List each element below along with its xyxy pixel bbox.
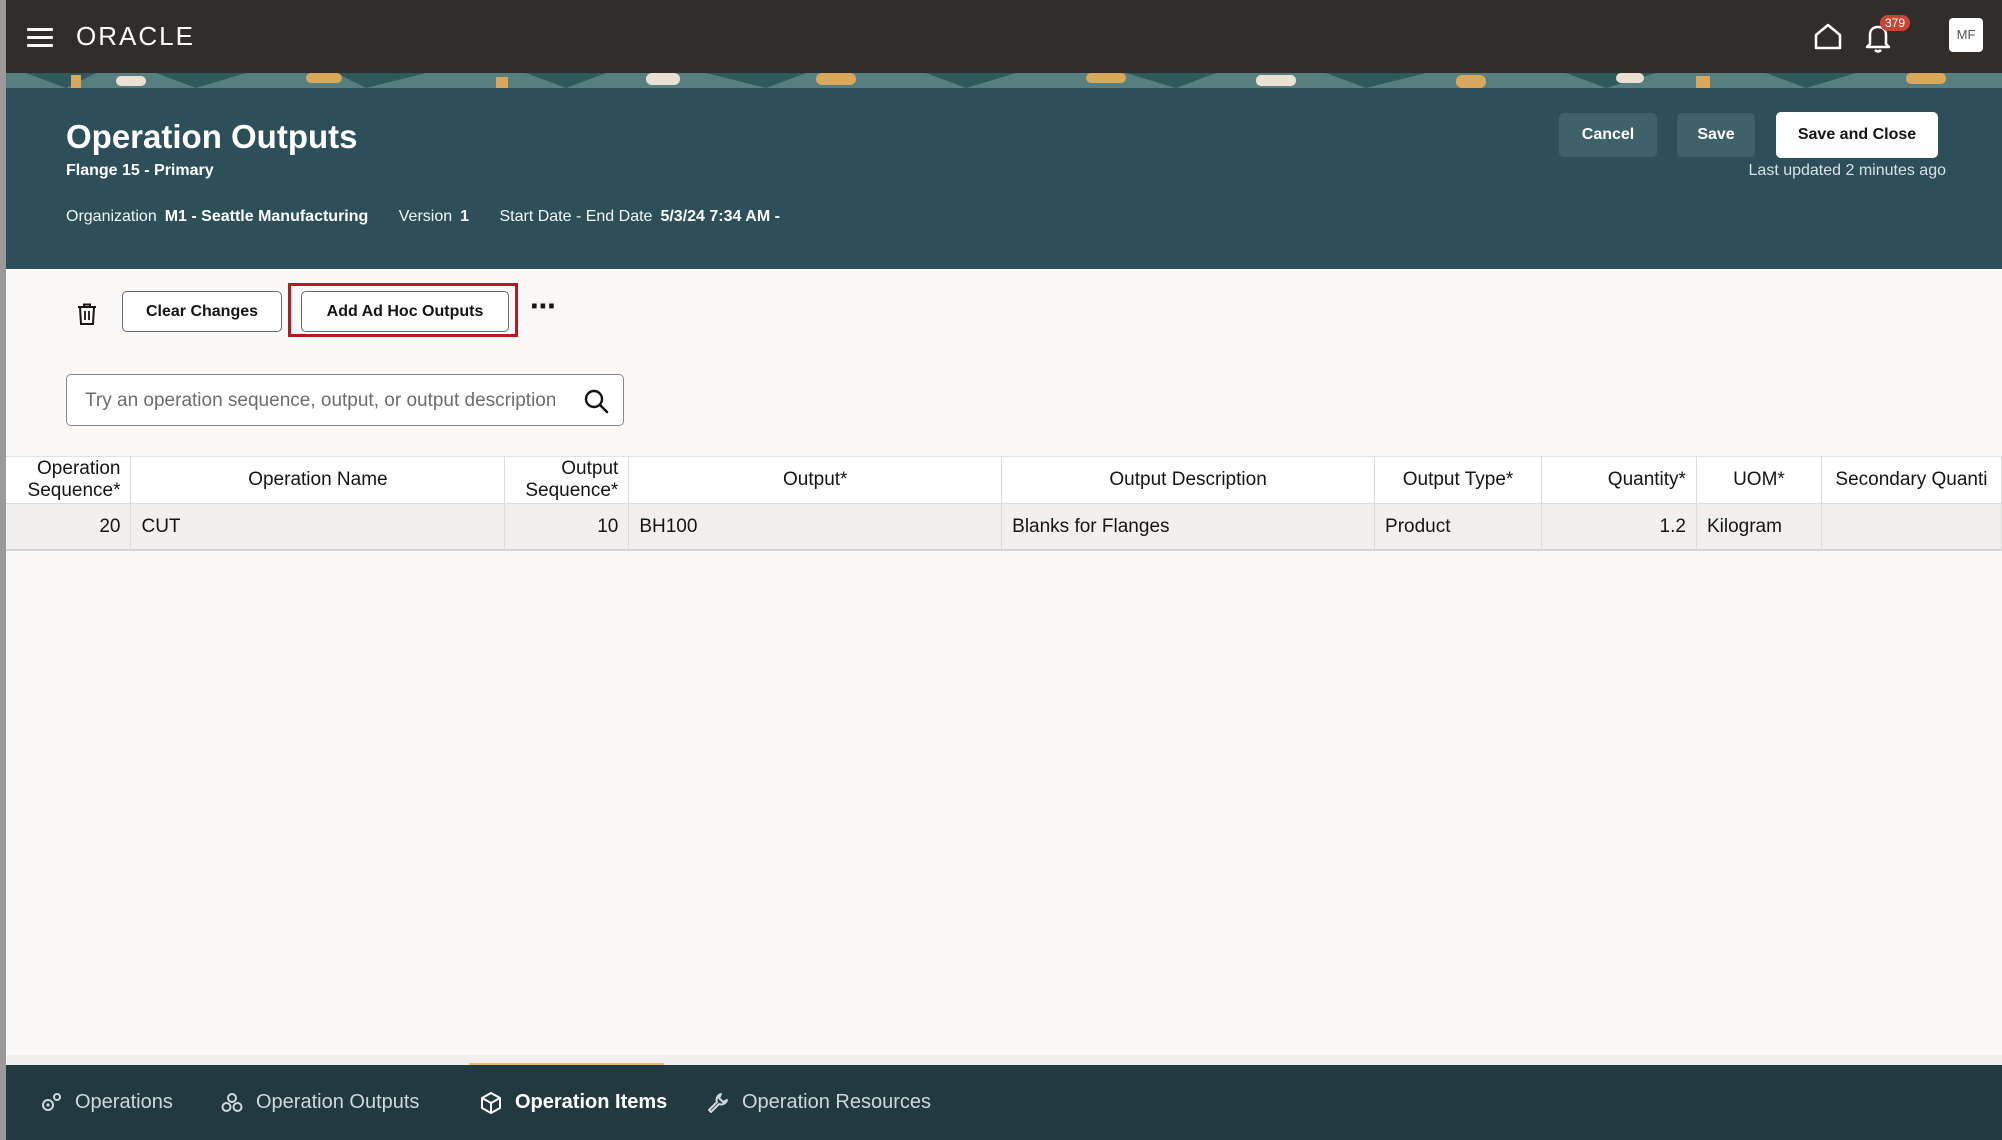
search-icon[interactable]: [583, 388, 609, 414]
header-pattern: [6, 73, 2002, 88]
last-updated-text: Last updated 2 minutes ago: [1748, 162, 1946, 179]
search-input[interactable]: [83, 387, 557, 415]
page-title: Operation Outputs: [66, 118, 358, 155]
save-and-close-button[interactable]: Save and Close: [1776, 112, 1938, 158]
home-icon[interactable]: [1812, 20, 1844, 52]
cell-output[interactable]: BH100: [628, 503, 1003, 551]
global-header: ORACLE 379 MF: [6, 0, 2002, 73]
table-header-row: Operation Sequence* Operation Name Outpu…: [6, 456, 2002, 504]
column-header-quantity[interactable]: Quantity*: [1541, 456, 1697, 504]
tab-operation-resources-label: Operation Resources: [742, 1091, 931, 1113]
cell-output-description[interactable]: Blanks for Flanges: [1001, 503, 1376, 551]
cell-secondary-quantity[interactable]: [1821, 503, 2002, 551]
version-value: 1: [460, 208, 470, 225]
column-header-output-description[interactable]: Output Description: [1001, 456, 1376, 504]
organization-value: M1 - Seattle Manufacturing: [164, 208, 369, 225]
tab-operation-outputs[interactable]: Operation Outputs: [220, 1065, 419, 1140]
delete-icon[interactable]: [75, 302, 99, 326]
header-metadata: Organization M1 - Seattle Manufacturing V…: [66, 208, 806, 226]
boxes-icon: [221, 1092, 243, 1112]
cell-operation-sequence[interactable]: 20: [6, 503, 132, 551]
notification-badge: 379: [1880, 15, 1911, 31]
wrench-icon: [708, 1092, 728, 1113]
dates-label: Start Date - End Date: [499, 208, 653, 225]
gears-icon: [42, 1092, 61, 1111]
page-header: Operation Outputs Flange 15 - Primary Or…: [6, 88, 2002, 269]
outputs-table: Operation Sequence* Operation Name Outpu…: [6, 456, 2002, 551]
add-ad-hoc-outputs-button[interactable]: Add Ad Hoc Outputs: [301, 291, 509, 332]
cell-uom[interactable]: Kilogram: [1696, 503, 1822, 551]
column-header-output-type[interactable]: Output Type*: [1374, 456, 1542, 504]
column-header-output-sequence[interactable]: Output Sequence*: [504, 456, 630, 504]
column-header-uom[interactable]: UOM*: [1696, 456, 1822, 504]
save-button[interactable]: Save: [1677, 113, 1755, 157]
tab-operation-items-label: Operation Items: [515, 1091, 668, 1113]
dates-value: 5/3/24 7:34 AM -: [660, 208, 780, 225]
clear-changes-button[interactable]: Clear Changes: [122, 291, 282, 332]
bottom-tab-bar: Operations Operation Outputs Operation I…: [6, 1065, 2002, 1140]
tab-operation-resources[interactable]: Operation Resources: [706, 1065, 931, 1140]
column-header-operation-name[interactable]: Operation Name: [130, 456, 506, 504]
tab-operations[interactable]: Operations: [39, 1065, 173, 1140]
cell-quantity[interactable]: 1.2: [1541, 503, 1697, 551]
more-actions-icon[interactable]: ⋯: [530, 293, 557, 319]
page-subtitle: Flange 15 - Primary: [66, 162, 214, 179]
search-box: [66, 374, 624, 426]
column-header-secondary-quantity[interactable]: Secondary Quanti: [1821, 456, 2002, 504]
cell-output-sequence[interactable]: 10: [504, 503, 630, 551]
column-header-operation-sequence[interactable]: Operation Sequence*: [6, 456, 132, 504]
version-label: Version: [398, 208, 453, 225]
bottom-divider: [6, 1055, 2002, 1065]
user-avatar[interactable]: MF: [1949, 18, 1983, 52]
oracle-logo: ORACLE: [76, 21, 195, 51]
tab-operations-label: Operations: [75, 1091, 173, 1113]
app-window: ORACLE 379 MF Operation Outputs Flange 1…: [6, 0, 2002, 1140]
cell-output-type[interactable]: Product: [1374, 503, 1542, 551]
table-row[interactable]: 20 CUT 10 BH100 Blanks for Flanges Produ…: [6, 503, 2002, 551]
tab-operation-outputs-label: Operation Outputs: [256, 1091, 420, 1113]
cell-operation-name[interactable]: CUT: [130, 503, 506, 551]
menu-icon[interactable]: [27, 26, 55, 48]
tab-operation-items[interactable]: Operation Items: [479, 1065, 667, 1140]
column-header-output[interactable]: Output*: [628, 456, 1003, 504]
cube-icon: [481, 1091, 501, 1114]
organization-label: Organization: [66, 208, 157, 225]
cancel-button[interactable]: Cancel: [1559, 113, 1657, 157]
